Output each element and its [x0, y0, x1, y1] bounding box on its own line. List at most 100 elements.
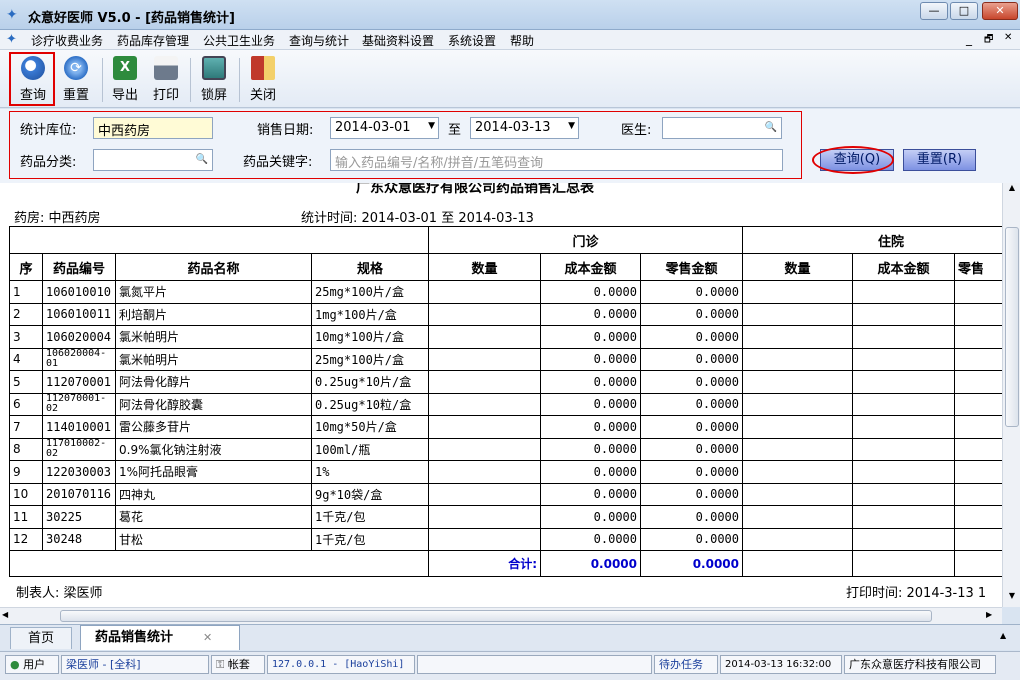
- toolbar-export-label: 导出: [111, 88, 138, 103]
- menu-drug-inventory[interactable]: 药品库存管理: [117, 32, 189, 49]
- status-pending-tasks[interactable]: 待办任务: [654, 655, 718, 674]
- cell-ip-cost: [852, 482, 956, 506]
- scroll-left-icon[interactable]: ◀: [2, 610, 8, 619]
- cell-name: 葛花: [115, 505, 312, 529]
- cell-op-cost: 0.0000: [540, 325, 641, 349]
- cell-ip-cost: [852, 437, 956, 461]
- excel-export-icon: X: [113, 56, 137, 80]
- cell-op-qty: [428, 437, 541, 461]
- cell-op-retail: 0.0000: [639, 415, 744, 439]
- cell-name: 1%阿托品眼膏: [115, 460, 312, 484]
- cell-op-qty: [428, 370, 541, 394]
- cell-name: 氯氮平片: [115, 280, 312, 304]
- cell-code: 201070116: [42, 482, 116, 506]
- menu-logo-icon: ✦: [6, 32, 17, 47]
- cell-code: 106010010: [42, 280, 116, 304]
- cell-code: 112070001: [42, 370, 116, 394]
- table-row[interactable]: 4 106020004-01 氯米帕明片 25mg*100片/盒 0.0000 0.000…: [9, 347, 1002, 371]
- cell-ip-cost: [852, 347, 956, 371]
- tab-drug-sales-stats[interactable]: 药品销售统计 ✕: [80, 625, 240, 650]
- status-account-text: 帐套: [227, 658, 250, 671]
- toolbar-print-button[interactable]: 打印: [144, 54, 188, 106]
- cell-op-cost: 0.0000: [540, 460, 641, 484]
- window-maximize-button[interactable]: □: [950, 2, 978, 20]
- report-title: 广东众意医疗有限公司药品销售汇总表: [356, 183, 594, 196]
- col-op-qty: 数量: [428, 253, 541, 281]
- toolbar-export-button[interactable]: X 导出: [103, 54, 147, 106]
- col-ip-cost: 成本金额: [852, 253, 956, 281]
- menu-system-settings[interactable]: 系统设置: [448, 32, 496, 49]
- cell-name: 阿法骨化醇胶囊: [115, 392, 312, 416]
- vertical-scroll-thumb[interactable]: [1005, 227, 1019, 427]
- cell-op-cost: 0.0000: [540, 437, 641, 461]
- reset-button[interactable]: 重置(R): [903, 149, 976, 171]
- cell-spec: 25mg*100片/盒: [311, 347, 429, 371]
- mdi-close-button[interactable]: ✕: [1004, 32, 1012, 43]
- cell-seq: 9: [9, 460, 43, 484]
- cell-seq: 10: [9, 482, 43, 506]
- cell-op-retail: 0.0000: [639, 392, 744, 416]
- tab-home[interactable]: 首页: [10, 627, 72, 649]
- cell-op-qty: [428, 415, 541, 439]
- status-datetime: 2014-03-13 16:32:00: [720, 655, 842, 674]
- vertical-scrollbar[interactable]: ▲ ▼: [1002, 183, 1020, 607]
- cell-op-qty: [428, 347, 541, 371]
- table-row[interactable]: 5 112070001 阿法骨化醇片 0.25ug*10片/盒 0.0000 0.0000: [9, 370, 1002, 394]
- scroll-up-icon[interactable]: ▲: [1005, 183, 1019, 197]
- table-row[interactable]: 8 117010002-02 0.9%氯化钠注射液 100ml/瓶 0.0000 0.00…: [9, 437, 1002, 461]
- cell-op-retail: 0.0000: [639, 527, 744, 551]
- col-op-retail: 零售金额: [639, 253, 744, 281]
- horizontal-scrollbar[interactable]: ◀ ▶: [0, 607, 1002, 624]
- menu-basic-settings[interactable]: 基础资料设置: [362, 32, 434, 49]
- tab-scroll-up-icon[interactable]: ▲: [1000, 631, 1006, 640]
- scroll-down-icon[interactable]: ▼: [1005, 591, 1019, 605]
- cell-spec: 1千克/包: [311, 505, 429, 529]
- table-row[interactable]: 2 106010011 利培酮片 1mg*100片/盒 0.0000 0.0000: [9, 302, 1002, 326]
- toolbar-close-button[interactable]: 关闭: [241, 54, 285, 106]
- menu-query-stats[interactable]: 查询与统计: [289, 32, 349, 49]
- cell-op-cost: 0.0000: [540, 505, 641, 529]
- tab-close-icon[interactable]: ✕: [203, 626, 212, 649]
- mdi-restore-button[interactable]: 🗗: [984, 32, 993, 49]
- toolbar-lock-button[interactable]: 锁屏: [192, 54, 236, 106]
- cell-op-qty: [428, 392, 541, 416]
- menu-clinic-fees[interactable]: 诊疗收费业务: [31, 32, 103, 49]
- mdi-minimize-button[interactable]: _: [966, 32, 972, 46]
- cell-ip-retail: [954, 392, 1002, 416]
- table-row[interactable]: 6 112070001-02 阿法骨化醇胶囊 0.25ug*10粒/盒 0.0000 0.…: [9, 392, 1002, 416]
- app-logo-icon: ✦: [6, 7, 18, 23]
- cell-op-qty: [428, 302, 541, 326]
- cell-ip-retail: [954, 505, 1002, 529]
- cell-op-retail: 0.0000: [639, 302, 744, 326]
- cell-name: 四神丸: [115, 482, 312, 506]
- toolbar-lock-label: 锁屏: [200, 88, 227, 103]
- table-row[interactable]: 12 30248 甘松 1千克/包 0.0000 0.0000: [9, 527, 1002, 551]
- window-titlebar[interactable]: ✦ 众意好医师 V5.0 - [药品销售统计] — □ ✕: [0, 0, 1020, 30]
- col-code: 药品编号: [42, 253, 116, 281]
- table-row[interactable]: 7 114010001 雷公藤多苷片 10mg*50片/盒 0.0000 0.0000: [9, 415, 1002, 439]
- table-row[interactable]: 1 106010010 氯氮平片 25mg*100片/盒 0.0000 0.0000: [9, 280, 1002, 304]
- cell-ip-cost: [852, 415, 956, 439]
- toolbar-reset-button[interactable]: ⟳ 重置: [54, 54, 98, 106]
- table-row[interactable]: 11 30225 葛花 1千克/包 0.0000 0.0000: [9, 505, 1002, 529]
- sales-table: 门诊 住院 序 药品编号 药品名称 规格 数量 成本金额 零售金额 数量 成本金…: [9, 226, 1002, 577]
- scroll-right-icon[interactable]: ▶: [986, 610, 992, 619]
- cell-name: 氯米帕明片: [115, 325, 312, 349]
- cell-code: 106020004: [42, 325, 116, 349]
- cell-ip-cost: [852, 460, 956, 484]
- status-user-label: ● 用户: [5, 655, 59, 674]
- cell-op-cost: 0.0000: [540, 482, 641, 506]
- cell-spec: 1千克/包: [311, 527, 429, 551]
- col-name: 药品名称: [115, 253, 312, 281]
- cell-seq: 1: [9, 280, 43, 304]
- table-row[interactable]: 3 106020004 氯米帕明片 10mg*100片/盒 0.0000 0.0000: [9, 325, 1002, 349]
- table-row[interactable]: 10 201070116 四神丸 9g*10袋/盒 0.0000 0.0000: [9, 482, 1002, 506]
- cell-ip-cost: [852, 302, 956, 326]
- horizontal-scroll-thumb[interactable]: [60, 610, 932, 622]
- menu-help[interactable]: 帮助: [510, 32, 534, 49]
- window-close-button[interactable]: ✕: [982, 2, 1018, 20]
- cell-code: 106010011: [42, 302, 116, 326]
- table-row[interactable]: 9 122030003 1%阿托品眼膏 1% 0.0000 0.0000: [9, 460, 1002, 484]
- window-minimize-button[interactable]: —: [920, 2, 948, 20]
- menu-public-health[interactable]: 公共卫生业务: [203, 32, 275, 49]
